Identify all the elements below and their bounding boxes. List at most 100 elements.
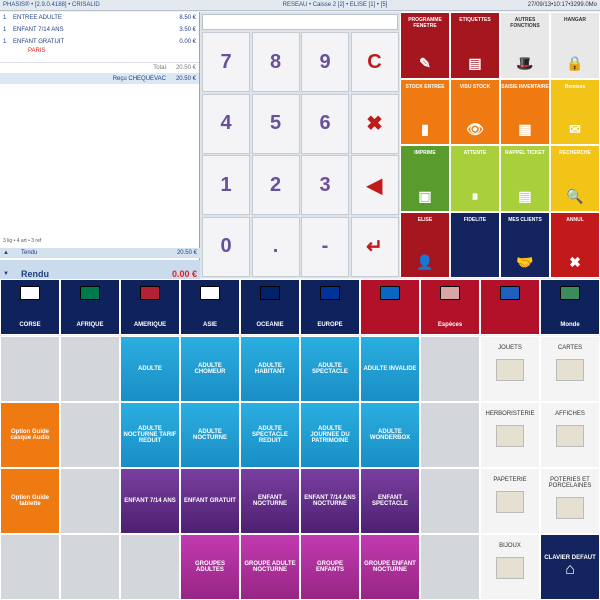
region-asie-button[interactable]: ASIE <box>180 279 240 335</box>
tile-adulte-wonderbox[interactable]: ADULTE WONDERBOX <box>360 402 420 468</box>
mes-clients-button[interactable]: MES CLIENTS 🤝 <box>500 211 550 278</box>
key-7[interactable]: 7 <box>202 32 250 92</box>
ticket-line-n: ENFANT GRATUIT <box>13 39 65 45</box>
total-value: 20.50 € <box>175 65 196 71</box>
pos-app: PHASIS® • [2.9.0.4188] • CRISALID RESEAU… <box>0 0 600 600</box>
tile-label: GROUPE ADULTE NOCTURNE <box>244 561 296 573</box>
ticket-line[interactable]: 1 ENTREE ADULTE 8.50 € <box>0 12 199 24</box>
region-afrique-button[interactable]: AFRIQUE <box>60 279 120 335</box>
tile-adulte-chomeur[interactable]: ADULTE CHOMEUR <box>180 336 240 402</box>
tile-poteries-et-porcelaines[interactable]: POTERIES ET PORCELAINES <box>540 468 600 534</box>
ticket-line-q: 1 <box>3 15 7 21</box>
key-clear[interactable]: C <box>350 32 399 92</box>
region-payment-6-button[interactable] <box>360 279 420 335</box>
ticket-total: Total 20.50 € <box>0 62 199 73</box>
empty-tile <box>60 336 120 402</box>
attente-button[interactable]: ATTENTE ⏸ <box>450 145 500 212</box>
key-backspace[interactable]: ◀ <box>350 155 399 215</box>
empty-tile <box>0 336 60 402</box>
tile-clavier-defaut[interactable]: CLAVIER DEFAUT ⌂ <box>540 534 600 600</box>
tile-adulte-nocturne-tarif-reduit[interactable]: ADULTE NOCTURNE TARIF REDUIT <box>120 402 180 468</box>
elise-button[interactable]: ELISE 👤 <box>400 211 450 278</box>
ticket-line-p: 0.00 € <box>179 39 196 45</box>
annul-button[interactable]: ANNUL ✖ <box>550 211 600 278</box>
tile-enfant-gratuit[interactable]: ENFANT GRATUIT <box>180 468 240 534</box>
tile-bijoux[interactable]: BIJOUX <box>480 534 540 600</box>
function-label: ANNUL <box>566 216 584 223</box>
tile-adulte-spectacle-reduit[interactable]: ADULTE SPECTACLE REDUIT <box>240 402 300 468</box>
remises-button[interactable]: Remises ✉ <box>550 78 600 145</box>
ticket-line[interactable]: 1 ENFANT GRATUIT 0.00 € <box>0 36 199 48</box>
rendu-value: 0.00 € <box>171 269 197 279</box>
key-0[interactable]: 0 <box>202 216 250 277</box>
tile-affiches[interactable]: AFFICHES <box>540 402 600 468</box>
region-especes-button[interactable]: Espèces <box>420 279 480 335</box>
region-oceanie-button[interactable]: OCEANIE <box>240 279 300 335</box>
ticket-line-n: ENFANT 7/14 ANS <box>13 27 64 33</box>
autres-fonctions-button[interactable]: AUTRES FONCTIONS 🎩 <box>500 12 550 79</box>
empty-tile <box>420 336 480 402</box>
tile-herboristerie[interactable]: HERBORISTERIE <box>480 402 540 468</box>
tile-papeterie[interactable]: PAPETERIE <box>480 468 540 534</box>
etiquettes-button[interactable]: ETIQUETTES ▤ <box>450 12 500 79</box>
autres-fonctions-icon: 🎩 <box>516 54 534 71</box>
stock-entree-button[interactable]: STOCK ENTREE ▮ <box>400 78 450 145</box>
tile-adulte-invalide[interactable]: ADULTE INVALIDE <box>360 336 420 402</box>
flag-icon <box>500 286 520 300</box>
region-monde-button[interactable]: Monde <box>540 279 600 335</box>
down-arrow-icon[interactable]: ▼ <box>3 271 11 277</box>
empty-tile <box>60 468 120 534</box>
up-arrow-icon[interactable]: ▲ <box>3 250 11 256</box>
tile-label: GROUPE ENFANTS <box>315 561 344 573</box>
imprime-button[interactable]: IMPRIME ▣ <box>400 145 450 212</box>
saisie-inventaire-button[interactable]: SAISIE INVENTAIRE ▦ <box>500 78 550 145</box>
tile-groupe-enfants[interactable]: GROUPE ENFANTS <box>300 534 360 600</box>
rappel-ticket-button[interactable]: RAPPEL TICKET ▤ <box>500 145 550 212</box>
tile-enfant-nocturne[interactable]: ENFANT NOCTURNE <box>240 468 300 534</box>
tile-enfant-7-14-ans-nocturne[interactable]: ENFANT 7/14 ANS NOCTURNE <box>300 468 360 534</box>
tile-adulte[interactable]: ADULTE <box>120 336 180 402</box>
key-enter[interactable]: ↵ <box>350 216 399 277</box>
tile-adulte-journee-du-patrimoine[interactable]: ADULTE JOURNEE DU PATRIMOINE <box>300 402 360 468</box>
key-delete[interactable]: ✖ <box>350 93 399 154</box>
tile-groupe-adulte-nocturne[interactable]: GROUPE ADULTE NOCTURNE <box>240 534 300 600</box>
tile-groupes-adultes[interactable]: GROUPES ADULTES <box>180 534 240 600</box>
empty-tile <box>120 534 180 600</box>
key-6[interactable]: 6 <box>301 93 349 154</box>
tile-adulte-habitant[interactable]: ADULTE HABITANT <box>240 336 300 402</box>
tile-enfant-7-14-ans[interactable]: ENFANT 7/14 ANS <box>120 468 180 534</box>
tile-enfant-spectacle[interactable]: ENFANT SPECTACLE <box>360 468 420 534</box>
tile-adulte-nocturne[interactable]: ADULTE NOCTURNE <box>180 402 240 468</box>
region-label: EUROPE <box>317 322 343 328</box>
region-corse-button[interactable]: CORSE <box>0 279 60 335</box>
key-minus[interactable]: - <box>301 216 349 277</box>
fidelite-button[interactable]: FIDELITE <box>450 211 500 278</box>
key-1[interactable]: 1 <box>202 155 250 215</box>
key-dot[interactable]: . <box>251 216 300 277</box>
region-payment-8-button[interactable] <box>480 279 540 335</box>
tile-label: ENFANT SPECTACLE <box>372 495 408 507</box>
programme-fenetre-icon: ✎ <box>419 54 431 71</box>
key-9[interactable]: 9 <box>301 32 349 92</box>
key-8[interactable]: 8 <box>251 32 300 92</box>
key-3[interactable]: 3 <box>301 155 349 215</box>
hangar-button[interactable]: HANGAR 🔒 <box>550 12 600 79</box>
tile-adulte-spectacle[interactable]: ADULTE SPECTACLE <box>300 336 360 402</box>
tile-cartes[interactable]: CARTES <box>540 336 600 402</box>
elise-icon: 👤 <box>416 254 434 270</box>
programme-fenetre-button[interactable]: PROGRAMME FENETRE ✎ <box>400 12 450 79</box>
region-europe-button[interactable]: EUROPE <box>300 279 360 335</box>
key-5[interactable]: 5 <box>251 93 300 154</box>
tile-option-guide-casque-audio[interactable]: Option Guide casque Audio <box>0 402 60 468</box>
tile-jouets[interactable]: JOUETS <box>480 336 540 402</box>
tile-option-guide-tablette[interactable]: Option Guide tablette <box>0 468 60 534</box>
recherche-button[interactable]: RECHERCHE 🔍 <box>550 145 600 212</box>
ticket-line[interactable]: 1 ENFANT 7/14 ANS 3.50 € <box>0 24 199 36</box>
key-2[interactable]: 2 <box>251 155 300 215</box>
ticket-line-q: 1 <box>3 27 7 33</box>
tile-groupe-enfant-nocturne[interactable]: GROUPE ENFANT NOCTURNE <box>360 534 420 600</box>
function-label: HANGAR <box>564 17 586 23</box>
visu-stock-button[interactable]: VISU STOCK 👁 <box>450 78 500 145</box>
region-amerique-button[interactable]: AMERIQUE <box>120 279 180 335</box>
key-4[interactable]: 4 <box>202 93 250 154</box>
